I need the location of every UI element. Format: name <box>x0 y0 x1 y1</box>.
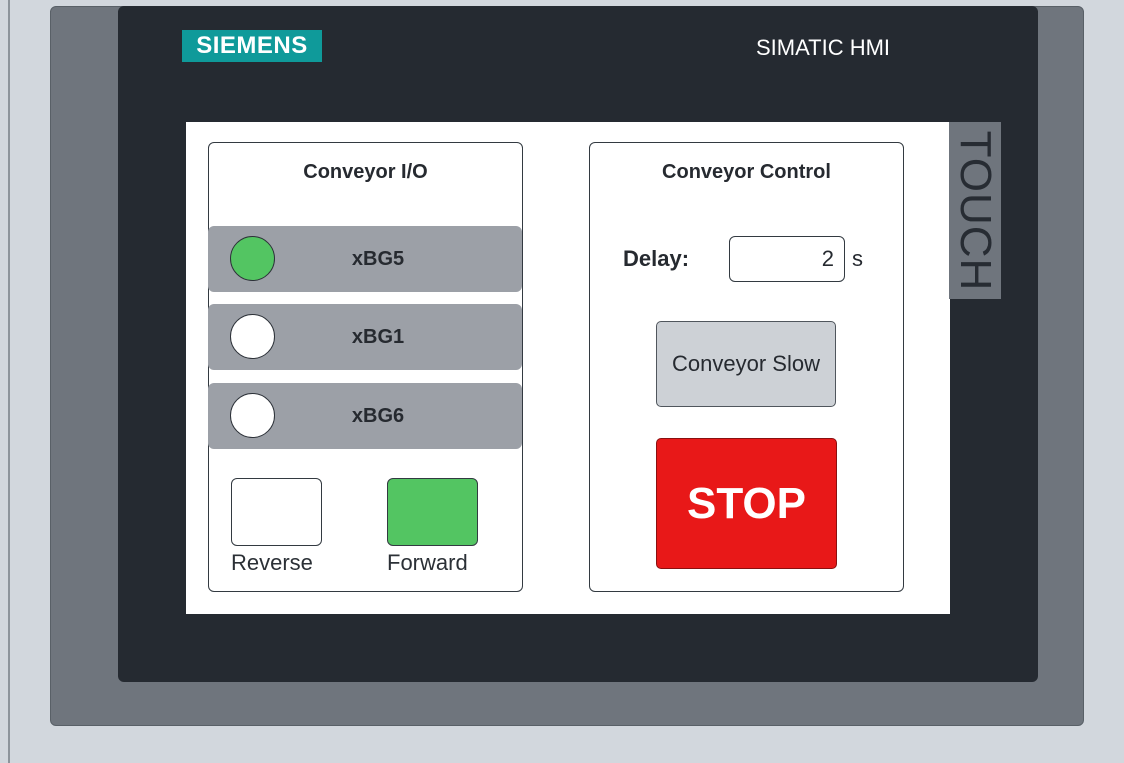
xbg1-indicator-led <box>230 314 275 359</box>
conveyor-io-title: Conveyor I/O <box>303 161 428 183</box>
delay-input[interactable] <box>729 236 845 282</box>
stop-button[interactable]: STOP <box>656 438 837 569</box>
xbg6-indicator-led <box>230 393 275 438</box>
reverse-indicator <box>231 478 322 546</box>
siemens-logo: SIEMENS <box>182 30 322 62</box>
touch-label: TOUCH <box>951 130 1000 291</box>
delay-label: Delay: <box>623 246 690 271</box>
io-row-xbg1: xBG1 <box>208 304 522 370</box>
touch-strip: TOUCH <box>949 122 1001 299</box>
xbg5-indicator-led <box>230 236 275 281</box>
delay-unit: s <box>852 246 863 271</box>
io-row-xbg6: xBG6 <box>208 383 522 449</box>
simatic-hmi-label: SIMATIC HMI <box>756 35 891 60</box>
reverse-label: Reverse <box>231 550 313 575</box>
xbg6-label: xBG6 <box>351 405 405 427</box>
background-edge-line <box>8 0 10 763</box>
forward-label: Forward <box>387 550 468 575</box>
xbg5-label: xBG5 <box>351 248 405 270</box>
io-row-xbg5: xBG5 <box>208 226 522 292</box>
forward-indicator <box>387 478 478 546</box>
conveyor-slow-button[interactable]: Conveyor Slow <box>656 321 836 407</box>
xbg1-label: xBG1 <box>351 326 405 348</box>
conveyor-control-title: Conveyor Control <box>662 161 831 183</box>
